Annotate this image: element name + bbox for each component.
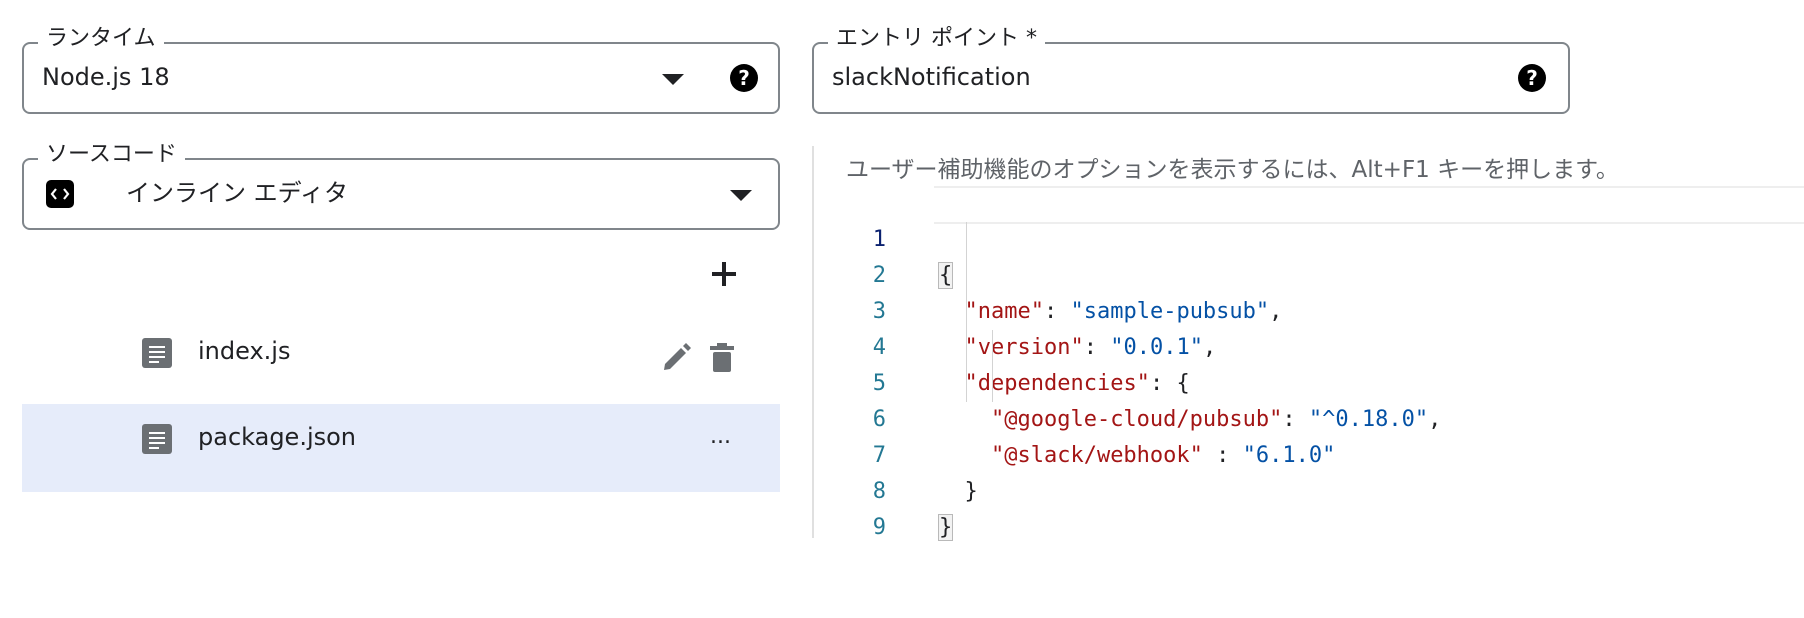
json-separator: :	[1083, 335, 1111, 360]
indent-guide	[992, 330, 993, 402]
file-name: package.json	[198, 423, 357, 451]
entry-point-field[interactable]: エントリ ポイント * slackNotification ?	[812, 24, 1570, 114]
line-number: 1	[872, 227, 886, 252]
json-value: "^0.18.0"	[1308, 407, 1429, 432]
json-key: "version"	[964, 335, 1084, 360]
line-number: 5	[872, 371, 886, 396]
source-code-label: ソースコード	[38, 140, 185, 170]
code-line: 6 "@slack/webhook" : "6.1.0"	[846, 366, 1804, 468]
add-file-button[interactable]	[710, 260, 738, 288]
source-code-value: インライン エディタ	[126, 179, 348, 207]
list-item[interactable]: index.js	[22, 306, 780, 394]
line-number: 6	[872, 407, 886, 432]
entry-point-input[interactable]: slackNotification	[832, 62, 1031, 92]
indent-guide	[966, 222, 967, 402]
code-line: 1 {	[846, 186, 1804, 289]
code-line: 4 "dependencies": {	[846, 294, 1804, 396]
json-key: "@slack/webhook"	[990, 443, 1203, 468]
runtime-select[interactable]: ランタイム Node.js 18 ?	[22, 24, 780, 114]
runtime-label: ランタイム	[38, 24, 164, 54]
json-key: "dependencies"	[964, 371, 1150, 396]
plus-icon	[712, 262, 736, 286]
code-line: 8 }	[846, 438, 1804, 541]
json-punct: ,	[1269, 299, 1283, 324]
file-icon	[142, 338, 172, 368]
json-value: "0.0.1"	[1110, 335, 1203, 360]
edit-icon[interactable]	[660, 342, 692, 374]
json-separator: :	[1202, 443, 1243, 468]
json-separator: :	[1043, 299, 1071, 324]
code-icon	[46, 180, 74, 208]
code-text: }	[938, 514, 954, 541]
json-separator: :	[1149, 371, 1177, 396]
source-code-select[interactable]: ソースコード インライン エディタ	[22, 140, 780, 230]
file-icon	[142, 424, 172, 454]
editor-accessibility-hint: ユーザー補助機能のオプションを表示するには、Alt+F1 キーを押します。	[846, 157, 1619, 183]
line-number: 8	[872, 479, 886, 504]
file-name: index.js	[198, 337, 291, 365]
json-value: "sample-pubsub"	[1070, 299, 1270, 324]
more-options-button[interactable]: ...	[710, 424, 731, 449]
line-number: 9	[872, 515, 886, 540]
delete-icon[interactable]	[708, 342, 736, 374]
entry-point-label: エントリ ポイント *	[828, 24, 1045, 54]
line-number: 7	[872, 443, 886, 468]
code-text: }	[964, 479, 978, 504]
help-icon[interactable]: ?	[730, 64, 758, 92]
code-line: 9	[846, 474, 1804, 540]
json-value: "6.1.0"	[1242, 443, 1336, 468]
dropdown-caret-icon[interactable]	[662, 74, 684, 85]
line-number: 2	[872, 263, 886, 288]
json-key: "@google-cloud/pubsub"	[990, 407, 1283, 432]
code-line: 7 }	[846, 402, 1804, 504]
line-number: 3	[872, 299, 886, 324]
json-key: "name"	[964, 299, 1044, 324]
runtime-value: Node.js 18	[42, 63, 170, 91]
code-line: 3 "version": "0.0.1",	[846, 258, 1804, 360]
json-punct: ,	[1202, 335, 1217, 360]
list-item[interactable]: package.json ...	[22, 404, 780, 492]
code-line: 2 "name": "sample-pubsub",	[846, 222, 1804, 324]
json-punct: ,	[1428, 407, 1442, 432]
editor-current-line	[934, 186, 1804, 224]
json-separator: :	[1282, 407, 1309, 432]
panel-divider	[812, 146, 814, 538]
dropdown-caret-icon[interactable]	[730, 190, 752, 201]
line-number: 4	[872, 335, 886, 360]
code-text: {	[938, 262, 954, 289]
code-line: 5 "@google-cloud/pubsub": "^0.18.0",	[846, 330, 1804, 432]
json-punct: {	[1176, 371, 1190, 396]
help-icon[interactable]: ?	[1518, 64, 1546, 92]
